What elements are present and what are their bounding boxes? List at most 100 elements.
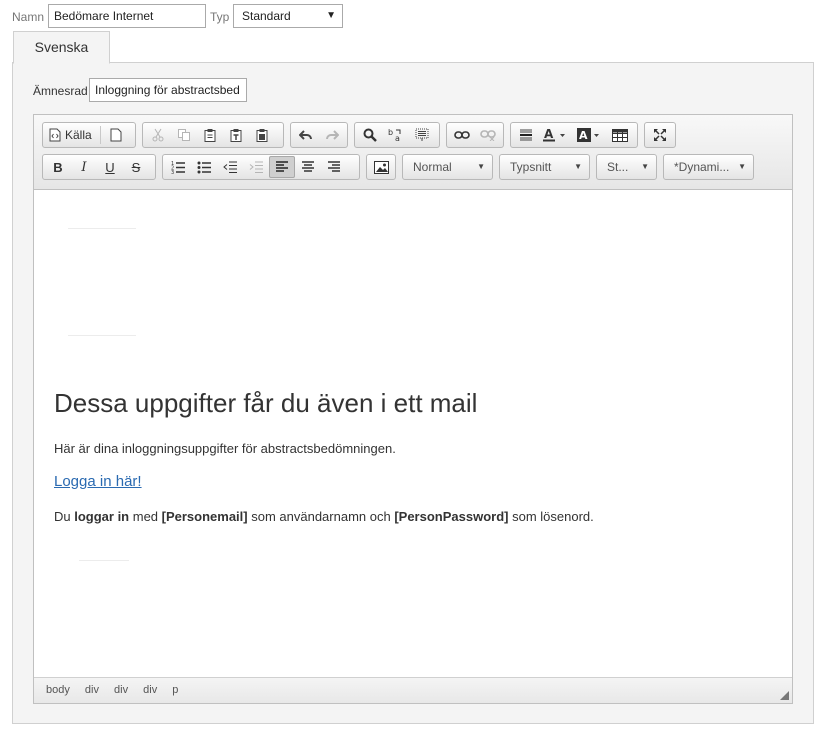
- font-combo-value: Typsnitt: [510, 160, 552, 174]
- source-icon: [49, 128, 61, 142]
- horizontal-rule-icon: [520, 129, 532, 141]
- login-text: som lösenord.: [508, 509, 594, 524]
- dynamic-fields-combo[interactable]: *Dynami... ▼: [663, 154, 754, 180]
- background-color-icon: A: [577, 128, 599, 142]
- toolbar-group-find: b a: [354, 122, 440, 148]
- maximize-button[interactable]: [647, 124, 673, 146]
- dynamic-fields-combo-value: *Dynami...: [674, 160, 730, 174]
- bulleted-list-button[interactable]: [191, 156, 217, 178]
- table-button[interactable]: [607, 124, 633, 146]
- align-left-button[interactable]: [269, 156, 295, 178]
- subject-input[interactable]: Inloggning för abstractsbed: [89, 78, 247, 102]
- find-button[interactable]: [357, 124, 383, 146]
- underline-icon: U: [105, 159, 115, 175]
- select-all-button[interactable]: [409, 124, 435, 146]
- toolbar-group-insert: A A: [510, 122, 638, 148]
- scissors-icon: [152, 128, 164, 142]
- toolbar-group-document: Källa: [42, 122, 136, 148]
- copy-icon: [178, 129, 190, 141]
- align-right-button[interactable]: [321, 156, 347, 178]
- horizontal-rule-button[interactable]: [513, 124, 539, 146]
- align-center-button[interactable]: [295, 156, 321, 178]
- image-button[interactable]: [369, 156, 393, 178]
- toolbar-group-undo: [290, 122, 348, 148]
- copy-button[interactable]: [171, 124, 197, 146]
- select-all-icon: [415, 128, 429, 141]
- replace-button[interactable]: b a: [383, 124, 409, 146]
- name-label: Namn: [12, 10, 45, 24]
- redo-button[interactable]: [319, 124, 345, 146]
- element-path-item[interactable]: div: [143, 678, 157, 703]
- svg-text:b: b: [388, 128, 393, 137]
- type-select[interactable]: Standard ▼: [233, 4, 343, 28]
- italic-icon: I: [81, 159, 87, 175]
- content-heading: Dessa uppgifter får du även i ett mail: [54, 388, 478, 418]
- bold-icon: B: [53, 159, 63, 175]
- align-right-icon: [328, 161, 340, 172]
- paste-icon: [204, 129, 216, 142]
- faint-divider: [79, 560, 129, 561]
- table-icon: [612, 128, 628, 142]
- chevron-down-icon: ▼: [326, 10, 336, 21]
- text-color-button[interactable]: A: [539, 124, 573, 146]
- paste-word-button[interactable]: [249, 124, 275, 146]
- paste-word-icon: [256, 129, 268, 142]
- undo-button[interactable]: [293, 124, 319, 146]
- underline-button[interactable]: U: [97, 156, 123, 178]
- login-link[interactable]: Logga in här!: [54, 473, 142, 490]
- svg-text:A: A: [579, 129, 588, 142]
- format-combo-value: Normal: [413, 160, 452, 174]
- element-path-item[interactable]: div: [85, 678, 99, 703]
- new-page-button[interactable]: [105, 124, 127, 146]
- svg-text:A: A: [544, 128, 554, 141]
- person-email-placeholder: [Personemail]: [161, 509, 248, 524]
- cut-button[interactable]: [145, 124, 171, 146]
- login-bold: loggar in: [74, 509, 130, 524]
- link-button[interactable]: [449, 124, 475, 146]
- toolbar-group-paragraph: 1 2 3: [162, 154, 360, 180]
- editor-toolbar: Källa b a A A B I U S 1 2 3 Normal ▼ Typ…: [34, 115, 792, 190]
- source-label: Källa: [65, 128, 92, 142]
- numbered-list-button[interactable]: 1 2 3: [165, 156, 191, 178]
- resize-handle-icon[interactable]: [780, 691, 789, 700]
- source-button[interactable]: Källa: [45, 124, 96, 146]
- login-instructions: Du loggar in med [Personemail] som använ…: [54, 509, 594, 524]
- bulleted-list-icon: [197, 161, 211, 174]
- paste-button[interactable]: [197, 124, 223, 146]
- increase-indent-button[interactable]: [243, 156, 269, 178]
- decrease-indent-button[interactable]: [217, 156, 243, 178]
- strikethrough-button[interactable]: S: [123, 156, 149, 178]
- undo-icon: [299, 130, 312, 140]
- element-path-item[interactable]: body: [46, 678, 70, 703]
- replace-icon: b a: [388, 128, 401, 142]
- link-icon: [454, 131, 470, 139]
- chevron-down-icon: ▼: [738, 162, 746, 171]
- toolbar-group-clipboard: [142, 122, 284, 148]
- outdent-icon: [223, 161, 237, 173]
- editor-content-area[interactable]: [34, 190, 792, 678]
- chevron-down-icon: ▼: [477, 162, 485, 171]
- font-combo[interactable]: Typsnitt ▼: [499, 154, 590, 180]
- toolbar-group-link: [446, 122, 504, 148]
- unlink-button[interactable]: [475, 124, 501, 146]
- font-size-combo[interactable]: St... ▼: [596, 154, 657, 180]
- bold-button[interactable]: B: [45, 156, 71, 178]
- name-input[interactable]: Bedömare Internet: [48, 4, 206, 28]
- element-path-item[interactable]: div: [114, 678, 128, 703]
- italic-button[interactable]: I: [71, 156, 97, 178]
- paste-text-button[interactable]: [223, 124, 249, 146]
- unlink-icon: [480, 130, 496, 141]
- background-color-button[interactable]: A: [573, 124, 607, 146]
- toolbar-group-basicstyles: B I U S: [42, 154, 156, 180]
- redo-icon: [326, 130, 339, 140]
- format-combo[interactable]: Normal ▼: [402, 154, 493, 180]
- svg-text:a: a: [395, 134, 400, 142]
- svg-text:3: 3: [171, 170, 174, 174]
- tab-svenska[interactable]: Svenska: [13, 31, 110, 64]
- type-label: Typ: [210, 10, 230, 24]
- toolbar-group-maximize: [644, 122, 676, 148]
- login-text: med: [129, 509, 162, 524]
- toolbar-group-image: [366, 154, 396, 180]
- element-path-item[interactable]: p: [172, 678, 178, 703]
- chevron-down-icon: ▼: [574, 162, 582, 171]
